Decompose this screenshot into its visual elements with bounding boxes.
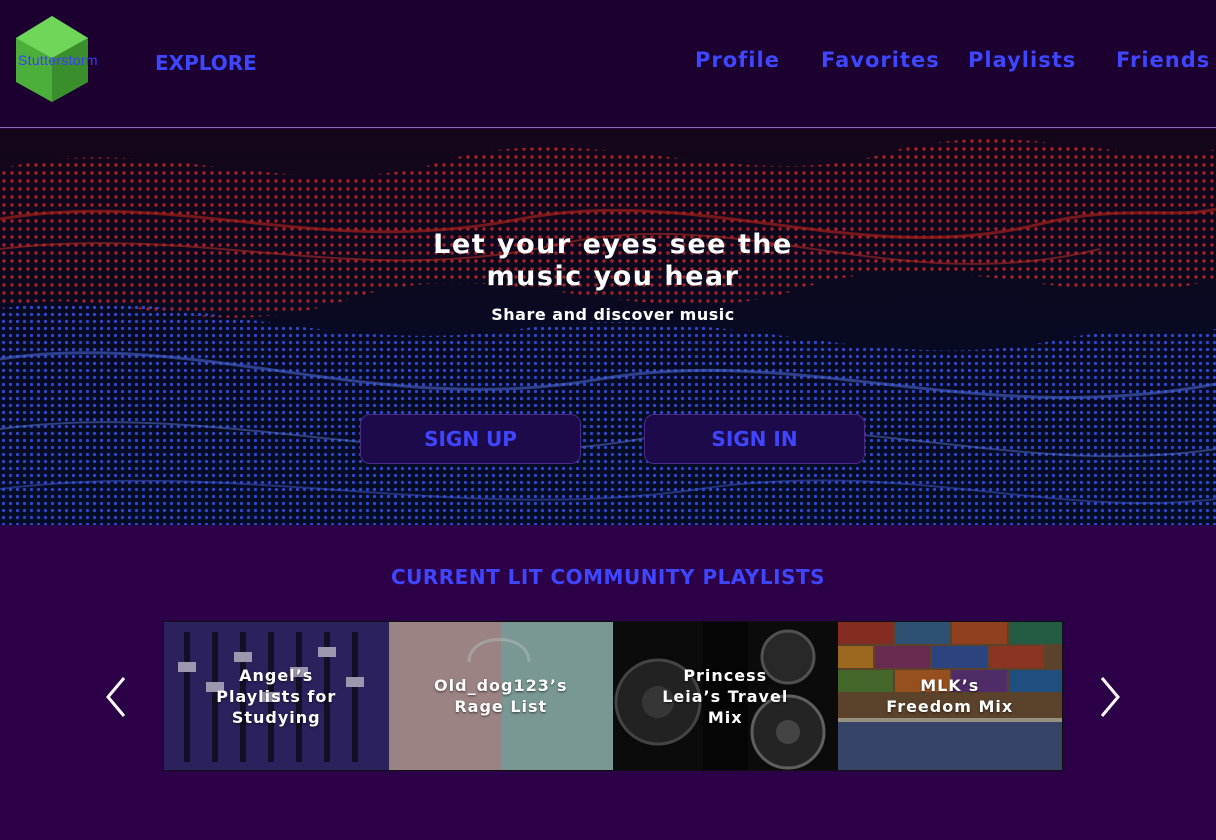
hero-banner: Let your eyes see the music you hear Sha… [0,129,1216,525]
playlist-title: Angel’s Playlists for Studying [216,665,337,727]
nav-friends[interactable]: Friends [1116,48,1210,72]
hero-subtitle: Share and discover music [491,305,735,324]
logo-wordmark: Stutterstorm [18,52,98,68]
sign-in-button[interactable]: SIGN IN [644,414,865,464]
hero-title: Let your eyes see the music you hear [433,229,793,292]
playlist-card[interactable]: Princess Leia’s Travel Mix [613,622,838,770]
playlist-title: MLK’s Freedom Mix [886,676,1014,716]
playlist-card[interactable]: Angel’s Playlists for Studying [164,622,389,770]
chevron-left-icon[interactable] [102,672,132,722]
playlist-carousel: Angel’s Playlists for Studying Old_dog12… [163,621,1063,771]
hero-background-image [0,129,1216,525]
sign-up-button[interactable]: SIGN UP [360,414,581,464]
site-header: Stutterstorm EXPLORE Profile Favorites P… [0,0,1216,128]
community-section-title: CURRENT LIT COMMUNITY PLAYLISTS [390,565,826,589]
playlist-card[interactable]: MLK’s Freedom Mix [837,622,1062,770]
nav-playlists[interactable]: Playlists [968,48,1076,72]
nav-favorites[interactable]: Favorites [821,48,940,72]
site-logo[interactable]: Stutterstorm [12,14,130,104]
nav-profile[interactable]: Profile [695,48,780,72]
playlist-card[interactable]: Old_dog123’s Rage List [388,622,613,770]
explore-link[interactable]: EXPLORE [155,51,257,75]
chevron-right-icon[interactable] [1094,672,1124,722]
playlist-title: Old_dog123’s Rage List [434,676,568,716]
playlist-title: Princess Leia’s Travel Mix [662,665,789,727]
